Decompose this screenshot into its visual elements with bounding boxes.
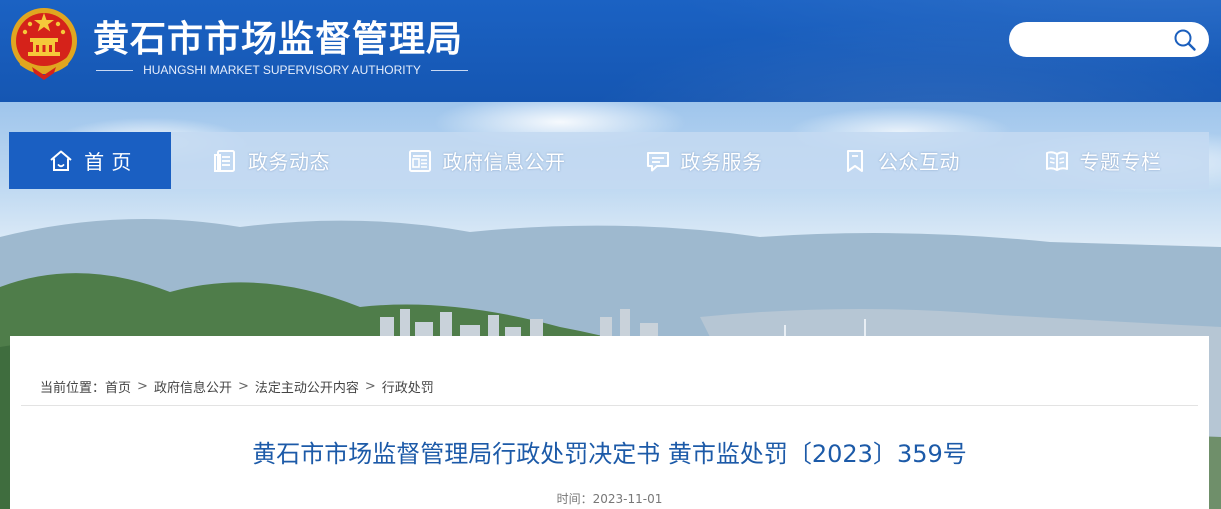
nav-item-info-disclosure[interactable]: 政府信息公开	[371, 132, 601, 189]
search-icon[interactable]	[1173, 28, 1197, 52]
nav-item-label: 首 页	[84, 150, 132, 174]
chat-bubble-icon	[646, 151, 669, 171]
breadcrumb-prefix: 当前位置：	[40, 380, 106, 396]
article-publish-time: 时间：2023-11-01	[556, 492, 663, 506]
bookmark-icon	[847, 149, 863, 172]
subtitle-line-left	[96, 69, 134, 71]
nav-item-public-interaction[interactable]: 公众互动	[806, 132, 996, 189]
breadcrumb-item-statutory-content[interactable]: 法定主动公开内容	[255, 377, 359, 396]
nav-item-label: 专题专栏	[1079, 150, 1162, 174]
main-nav: 首 页 政务动态 政府信息公开 政务服务 公众互动 专题专栏	[9, 132, 1209, 189]
nav-item-special-topics[interactable]: 专题专栏	[996, 132, 1209, 189]
nav-item-home[interactable]: 首 页	[9, 132, 171, 189]
breadcrumb: 当前位置： 首页 > 政府信息公开 > 法定主动公开内容 > 行政处罚	[40, 376, 434, 396]
home-icon	[50, 150, 72, 171]
breadcrumb-divider	[21, 405, 1198, 406]
nav-item-services[interactable]: 政务服务	[601, 132, 806, 189]
breadcrumb-item-administrative-penalty[interactable]: 行政处罚	[382, 377, 434, 396]
subtitle-line-right	[430, 69, 468, 71]
nav-item-label: 公众互动	[878, 150, 960, 174]
article-title: 黄石市市场监督管理局行政处罚决定书 黄市监处罚〔2023〕359号	[252, 440, 967, 468]
site-title: 黄石市市场监督管理局	[93, 19, 464, 60]
site-subtitle-text: HUANGSHI MARKET SUPERVISORY AUTHORITY	[143, 63, 421, 77]
breadcrumb-separator: >	[137, 378, 148, 394]
nav-item-label: 政务动态	[248, 150, 330, 174]
breadcrumb-separator: >	[364, 378, 376, 394]
document-list-icon	[214, 149, 235, 172]
newspaper-icon	[408, 149, 431, 172]
search-box	[1009, 22, 1209, 57]
breadcrumb-separator: >	[237, 378, 249, 394]
national-emblem-icon	[11, 8, 77, 80]
breadcrumb-item-info-disclosure[interactable]: 政府信息公开	[154, 377, 232, 396]
open-book-icon	[1045, 150, 1068, 171]
search-input[interactable]	[1023, 28, 1173, 51]
site-subtitle: HUANGSHI MARKET SUPERVISORY AUTHORITY	[96, 61, 468, 79]
nav-item-label: 政府信息公开	[442, 150, 566, 174]
breadcrumb-item-home[interactable]: 首页	[105, 377, 131, 396]
site-header: 黄石市市场监督管理局 HUANGSHI MARKET SUPERVISORY A…	[0, 0, 1221, 102]
nav-item-news[interactable]: 政务动态	[171, 132, 371, 189]
nav-item-label: 政务服务	[680, 150, 763, 174]
content-panel: 当前位置： 首页 > 政府信息公开 > 法定主动公开内容 > 行政处罚 黄石市市…	[10, 336, 1209, 509]
